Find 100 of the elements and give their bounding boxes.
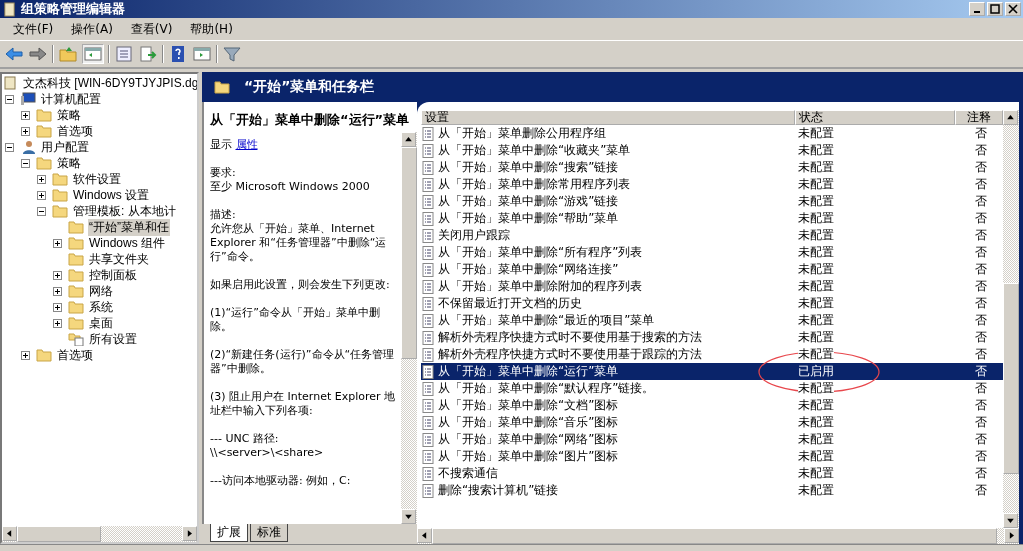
menu-item[interactable]: 帮助(H): [181, 20, 242, 38]
filter-icon[interactable]: [222, 45, 242, 63]
tree-item[interactable]: 软件设置: [72, 170, 122, 188]
down-arrow-icon[interactable]: [1007, 518, 1014, 523]
table-row[interactable]: 从「开始」菜单中删除“图片”图标 未配置 否: [421, 448, 1003, 465]
table-row[interactable]: 从「开始」菜单中删除“音乐”图标 未配置 否: [421, 414, 1003, 431]
collapse-toggle[interactable]: [21, 158, 33, 168]
table-row[interactable]: 从「开始」菜单中删除“帮助”菜单 未配置 否: [421, 210, 1003, 227]
tree-item[interactable]: 管理模板: 从本地计: [72, 202, 177, 220]
tree-item[interactable]: 控制面板: [88, 266, 138, 284]
tree-item[interactable]: 共享文件夹: [88, 250, 150, 268]
expand-toggle[interactable]: [53, 286, 65, 296]
menu-item[interactable]: 文件(F): [4, 20, 63, 38]
table-row[interactable]: 关闭用户跟踪 未配置 否: [421, 227, 1003, 244]
table-row[interactable]: 从「开始」菜单中删除“搜索”链接 未配置 否: [421, 159, 1003, 176]
export-icon[interactable]: [138, 45, 158, 63]
scroll-thumb[interactable]: [17, 526, 101, 542]
table-row[interactable]: 从「开始」菜单中删除“默认程序”链接。 未配置 否: [421, 380, 1003, 397]
column-header[interactable]: 注释: [955, 110, 1003, 125]
forward-icon[interactable]: [28, 45, 48, 63]
table-row[interactable]: 从「开始」菜单删除公用程序组 未配置 否: [421, 125, 1003, 142]
panel-icon[interactable]: [192, 45, 212, 63]
tree-item[interactable]: 策略: [56, 106, 82, 124]
tree-item[interactable]: 计算机配置: [40, 90, 102, 108]
setting-state: 未配置: [798, 125, 834, 142]
table-row[interactable]: 从「开始」菜单中删除“最近的项目”菜单 未配置 否: [421, 312, 1003, 329]
left-arrow-icon[interactable]: [422, 532, 427, 539]
table-row[interactable]: 不搜索通信 未配置 否: [421, 465, 1003, 482]
expand-toggle[interactable]: [37, 174, 49, 184]
policy-icon: [422, 466, 434, 481]
collapse-toggle[interactable]: [5, 142, 17, 152]
expand-toggle[interactable]: [21, 350, 33, 360]
table-row[interactable]: 不保留最近打开文档的历史 未配置 否: [421, 295, 1003, 312]
tree-item[interactable]: 首选项: [56, 346, 94, 364]
menu-item[interactable]: 查看(V): [121, 20, 182, 38]
tree-item[interactable]: 网络: [88, 282, 114, 300]
column-header[interactable]: 设置: [421, 110, 795, 125]
tree-item[interactable]: Windows 组件: [88, 234, 166, 252]
table-row[interactable]: 从「开始」菜单中删除“所有程序”列表 未配置 否: [421, 244, 1003, 261]
tree-item[interactable]: 文杰科技 [WIN-6DY9TJYJPIS.dg: [22, 74, 197, 92]
description-text: 描述:: [210, 208, 237, 222]
tree-item[interactable]: 策略: [56, 154, 82, 172]
tree-item[interactable]: 系统: [88, 298, 114, 316]
expand-toggle[interactable]: [53, 302, 65, 312]
table-row[interactable]: 从「开始」菜单中删除“运行”菜单 已启用 否: [421, 363, 1003, 380]
scroll-thumb[interactable]: [401, 147, 417, 359]
setting-state: 未配置: [798, 244, 834, 261]
description-text: 至少 Microsoft Windows 2000: [210, 180, 371, 194]
expand-toggle[interactable]: [21, 126, 33, 136]
up-arrow-icon[interactable]: [405, 137, 412, 142]
column-header[interactable]: 状态: [795, 110, 955, 125]
table-row[interactable]: 解析外壳程序快捷方式时不要使用基于跟踪的方法 未配置 否: [421, 346, 1003, 363]
right-arrow-icon[interactable]: [187, 530, 192, 537]
menu-item[interactable]: 操作(A): [62, 20, 122, 38]
maximize-button[interactable]: [987, 2, 1003, 16]
scroll-thumb[interactable]: [1003, 282, 1019, 474]
table-row[interactable]: 从「开始」菜单中删除“游戏”链接 未配置 否: [421, 193, 1003, 210]
up-arrow-icon[interactable]: [1007, 115, 1014, 120]
window-title: 组策略管理编辑器: [21, 0, 125, 18]
vertical-scrollbar[interactable]: [401, 132, 417, 524]
tree-item[interactable]: “开始”菜单和任: [88, 218, 170, 236]
vertical-scrollbar[interactable]: [1003, 110, 1019, 528]
tree-item[interactable]: 所有设置: [88, 330, 138, 348]
setting-name: 从「开始」菜单中删除“所有程序”列表: [438, 244, 643, 261]
table-row[interactable]: 删除“搜索计算机”链接 未配置 否: [421, 482, 1003, 499]
expand-toggle[interactable]: [21, 110, 33, 120]
policy-icon: [422, 432, 434, 447]
policy-icon: [422, 347, 434, 362]
comment-value: 否: [974, 125, 987, 142]
back-icon[interactable]: [4, 45, 24, 63]
table-row[interactable]: 解析外壳程序快捷方式时不要使用基于搜索的方法 未配置 否: [421, 329, 1003, 346]
table-row[interactable]: 从「开始」菜单中删除附加的程序列表 未配置 否: [421, 278, 1003, 295]
table-row[interactable]: 从「开始」菜单中删除常用程序列表 未配置 否: [421, 176, 1003, 193]
comment-value: 否: [974, 193, 987, 210]
collapse-toggle[interactable]: [5, 94, 17, 104]
policy-icon: [422, 381, 434, 396]
down-arrow-icon[interactable]: [405, 514, 412, 519]
minimize-button[interactable]: [969, 2, 985, 16]
tree-item[interactable]: 桌面: [88, 314, 114, 332]
comment-value: 否: [974, 465, 987, 482]
expand-toggle[interactable]: [53, 318, 65, 328]
expand-toggle[interactable]: [53, 270, 65, 280]
expand-toggle[interactable]: [53, 238, 65, 248]
tree-item[interactable]: 首选项: [56, 122, 94, 140]
right-arrow-icon[interactable]: [1009, 532, 1014, 539]
table-row[interactable]: 从「开始」菜单中删除“文档”图标 未配置 否: [421, 397, 1003, 414]
properties-link[interactable]: 属性: [235, 138, 258, 151]
close-button[interactable]: [1005, 2, 1021, 16]
collapse-toggle[interactable]: [37, 206, 49, 216]
horizontal-scrollbar[interactable]: [2, 526, 197, 542]
setting-state: 未配置: [798, 312, 834, 329]
tree-item[interactable]: Windows 设置: [72, 186, 150, 204]
tree-item[interactable]: 用户配置: [40, 138, 90, 156]
expand-toggle[interactable]: [37, 190, 49, 200]
tab[interactable]: 扩展: [210, 524, 248, 542]
table-row[interactable]: 从「开始」菜单中删除“收藏夹”菜单 未配置 否: [421, 142, 1003, 159]
left-arrow-icon[interactable]: [7, 530, 12, 537]
table-row[interactable]: 从「开始」菜单中删除“网络连接” 未配置 否: [421, 261, 1003, 278]
tab[interactable]: 标准: [250, 524, 288, 542]
table-row[interactable]: 从「开始」菜单中删除“网络”图标 未配置 否: [421, 431, 1003, 448]
